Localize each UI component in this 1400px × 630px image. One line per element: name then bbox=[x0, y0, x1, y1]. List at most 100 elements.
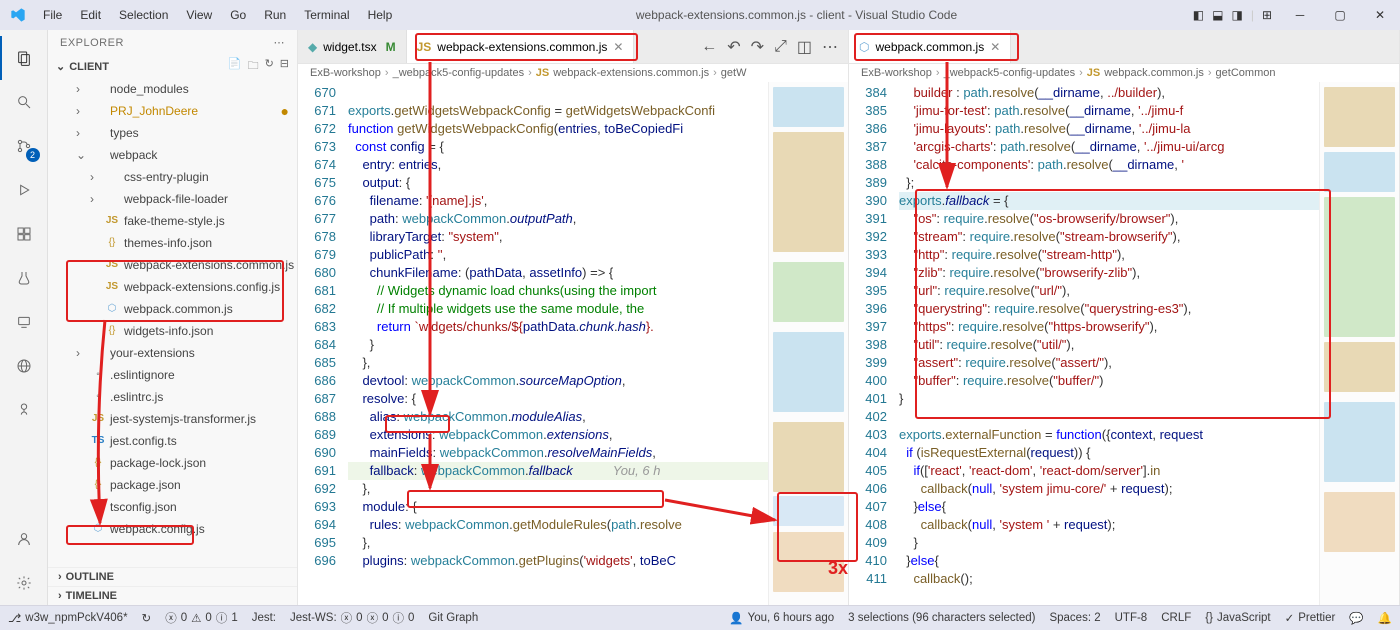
status-bar: ⎇ w3w_npmPckV406* ↻ ⓧ 0 ⚠ 0 ⓘ 1 Jest: Je… bbox=[0, 605, 1400, 630]
workspace-root[interactable]: ⌄CLIENT 📄 🗀 ↻ ⊟ bbox=[48, 55, 297, 78]
remote-icon[interactable] bbox=[0, 300, 48, 344]
layout-grid-icon[interactable]: ⊞ bbox=[1262, 8, 1272, 22]
close-button[interactable]: ✕ bbox=[1360, 2, 1400, 28]
menu-view[interactable]: View bbox=[178, 4, 220, 26]
tree-item[interactable]: JSfake-theme-style.js bbox=[48, 210, 297, 232]
outline-section[interactable]: ›OUTLINE bbox=[48, 567, 297, 586]
tab[interactable]: ◆widget.tsxM bbox=[298, 30, 407, 63]
menu-file[interactable]: File bbox=[35, 4, 70, 26]
vscode-logo-icon bbox=[0, 7, 35, 23]
tree-item[interactable]: ›webpack-file-loader bbox=[48, 188, 297, 210]
breadcrumb-segment[interactable]: webpack-extensions.common.js bbox=[553, 67, 709, 79]
close-tab-icon[interactable]: ✕ bbox=[990, 40, 1000, 54]
menu-terminal[interactable]: Terminal bbox=[296, 4, 357, 26]
tree-item[interactable]: ›types bbox=[48, 122, 297, 144]
source-control-icon[interactable]: 2 bbox=[0, 124, 48, 168]
remote-indicator[interactable]: ⎇ w3w_npmPckV406* bbox=[8, 611, 128, 625]
close-tab-icon[interactable]: ✕ bbox=[613, 40, 623, 54]
tree-item[interactable]: JSwebpack-extensions.common.js bbox=[48, 254, 297, 276]
prettier-status[interactable]: ✓ Prettier bbox=[1285, 611, 1336, 625]
tree-item[interactable]: {}package.json bbox=[48, 474, 297, 496]
minimize-button[interactable]: ─ bbox=[1280, 2, 1320, 28]
search-icon[interactable] bbox=[0, 80, 48, 124]
indentation[interactable]: Spaces: 2 bbox=[1049, 612, 1100, 624]
menu-selection[interactable]: Selection bbox=[111, 4, 176, 26]
menu-edit[interactable]: Edit bbox=[72, 4, 109, 26]
outline-label: OUTLINE bbox=[66, 571, 114, 583]
git-graph-button[interactable]: Git Graph bbox=[428, 612, 478, 624]
go-back-icon[interactable]: ← bbox=[701, 38, 717, 56]
extensions-icon[interactable] bbox=[0, 212, 48, 256]
sync-icon[interactable]: ↻ bbox=[142, 611, 152, 625]
tree-item[interactable]: JSjest-systemjs-transformer.js bbox=[48, 408, 297, 430]
account-icon[interactable] bbox=[0, 517, 48, 561]
breadcrumb-segment[interactable]: _webpack5-config-updates bbox=[393, 67, 524, 79]
tree-icon[interactable] bbox=[0, 388, 48, 432]
tree-item[interactable]: {}widgets-info.json bbox=[48, 320, 297, 342]
more-icon[interactable]: ⋯ bbox=[274, 36, 286, 49]
globe-icon[interactable] bbox=[0, 344, 48, 388]
minimap-left[interactable] bbox=[768, 82, 848, 605]
minimap-right[interactable] bbox=[1319, 82, 1399, 605]
breadcrumbs-right[interactable]: ExB-workshop›_webpack5-config-updates›JS… bbox=[849, 64, 1399, 82]
settings-icon[interactable] bbox=[0, 561, 48, 605]
breadcrumb-segment[interactable]: getCommon bbox=[1216, 67, 1276, 79]
more-icon[interactable]: ⋯ bbox=[822, 37, 838, 57]
explorer-icon[interactable] bbox=[0, 36, 48, 80]
new-file-icon[interactable]: 📄 bbox=[228, 57, 242, 76]
code-editor-right[interactable]: 3843853863873883893903913923933943953963… bbox=[849, 82, 1399, 605]
menu-go[interactable]: Go bbox=[222, 4, 254, 26]
language-mode[interactable]: {} JavaScript bbox=[1205, 612, 1270, 624]
selection-info[interactable]: 3 selections (96 characters selected) bbox=[848, 612, 1035, 624]
jest-status[interactable]: Jest: bbox=[252, 612, 276, 624]
tree-item[interactable]: ⬡webpack.config.js bbox=[48, 518, 297, 540]
refresh-icon[interactable]: ↻ bbox=[265, 57, 274, 76]
tab-bar-right: ⬡webpack.common.js✕ bbox=[849, 30, 1399, 64]
encoding[interactable]: UTF-8 bbox=[1115, 612, 1148, 624]
tree-item[interactable]: JSwebpack-extensions.config.js bbox=[48, 276, 297, 298]
bell-icon[interactable]: 🔔 bbox=[1378, 611, 1392, 625]
breadcrumb-segment[interactable]: ExB-workshop bbox=[861, 67, 932, 79]
breadcrumb-segment[interactable]: getW bbox=[721, 67, 747, 79]
tree-item[interactable]: ◦.eslintignore bbox=[48, 364, 297, 386]
tree-item[interactable]: ⌄webpack bbox=[48, 144, 297, 166]
breadcrumbs-left[interactable]: ExB-workshop›_webpack5-config-updates›JS… bbox=[298, 64, 848, 82]
tab[interactable]: JSwebpack-extensions.common.js✕ bbox=[407, 30, 635, 63]
menu-run[interactable]: Run bbox=[256, 4, 294, 26]
run-debug-icon[interactable] bbox=[0, 168, 48, 212]
tree-item[interactable]: ◦.eslintrc.js bbox=[48, 386, 297, 408]
eol[interactable]: CRLF bbox=[1161, 612, 1191, 624]
panel-left-icon[interactable]: ◧ bbox=[1193, 8, 1204, 22]
collapse-icon[interactable]: ⊟ bbox=[280, 57, 289, 76]
tree-item[interactable]: ›your-extensions bbox=[48, 342, 297, 364]
redo-icon[interactable]: ↷ bbox=[751, 37, 764, 57]
jest-ws-status[interactable]: Jest-WS: ⓧ 0 ⓧ 0 ⓘ 0 bbox=[290, 610, 414, 626]
problems-indicator[interactable]: ⓧ 0 ⚠ 0 ⓘ 1 bbox=[165, 610, 238, 626]
tree-item[interactable]: {}package-lock.json bbox=[48, 452, 297, 474]
maximize-button[interactable]: ▢ bbox=[1320, 2, 1360, 28]
test-icon[interactable] bbox=[0, 256, 48, 300]
tree-item[interactable]: {}tsconfig.json bbox=[48, 496, 297, 518]
timeline-section[interactable]: ›TIMELINE bbox=[48, 586, 297, 605]
tree-item[interactable]: ›PRJ_JohnDeere● bbox=[48, 100, 297, 122]
panel-right-icon[interactable]: ◨ bbox=[1231, 8, 1242, 22]
panel-bottom-icon[interactable]: ⬓ bbox=[1212, 8, 1223, 22]
feedback-icon[interactable]: 💬 bbox=[1349, 611, 1363, 625]
undo-icon[interactable]: ↶ bbox=[727, 37, 740, 57]
blame-text: You, 6 hours ago bbox=[748, 612, 835, 624]
tree-item[interactable]: ›css-entry-plugin bbox=[48, 166, 297, 188]
code-editor-left[interactable]: 6706716726736746756766776786796806816826… bbox=[298, 82, 848, 605]
tree-item[interactable]: {}themes-info.json bbox=[48, 232, 297, 254]
breadcrumb-segment[interactable]: _webpack5-config-updates bbox=[944, 67, 1075, 79]
breadcrumb-segment[interactable]: ExB-workshop bbox=[310, 67, 381, 79]
new-folder-icon[interactable]: 🗀 bbox=[248, 57, 259, 76]
split-icon[interactable]: ◫ bbox=[797, 37, 812, 57]
diff-icon[interactable]: ⤢ bbox=[774, 38, 787, 56]
menu-help[interactable]: Help bbox=[360, 4, 401, 26]
breadcrumb-segment[interactable]: webpack.common.js bbox=[1104, 67, 1204, 79]
tree-item[interactable]: ›node_modules bbox=[48, 78, 297, 100]
tree-item[interactable]: TSjest.config.ts bbox=[48, 430, 297, 452]
tab[interactable]: ⬡webpack.common.js✕ bbox=[849, 30, 1011, 63]
blame-info[interactable]: 👤 You, 6 hours ago bbox=[729, 611, 834, 625]
tree-item[interactable]: ⬡webpack.common.js bbox=[48, 298, 297, 320]
